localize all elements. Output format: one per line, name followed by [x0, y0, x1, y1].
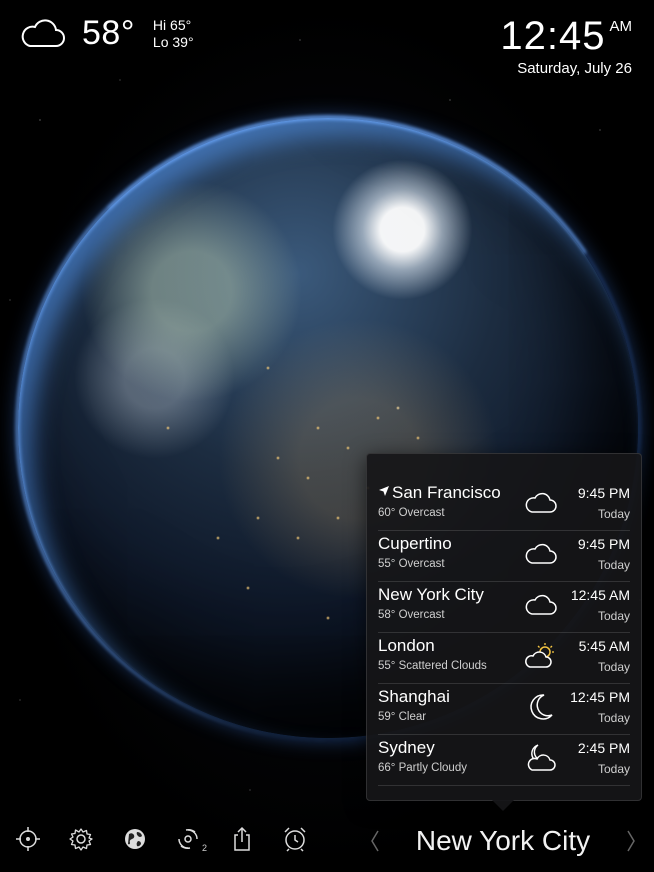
city-condition: 66° Partly Cloudy — [378, 762, 467, 774]
share-button[interactable] — [229, 826, 255, 852]
settings-button[interactable] — [68, 826, 94, 852]
cloud-icon — [525, 543, 557, 564]
hurricane-button[interactable]: 2 — [175, 826, 207, 853]
sun-cloud-icon — [525, 643, 554, 668]
lo-temp: Lo 39° — [152, 33, 194, 50]
city-day: Today — [597, 711, 630, 725]
clock-ampm: AM — [609, 18, 633, 35]
city-row-shanghai[interactable]: Shanghai 59° Clear 12:45 PM Today — [378, 684, 630, 735]
city-row-san-francisco[interactable]: San Francisco 60° Overcast 9:45 PM Today — [378, 480, 630, 531]
clock: 12:45 AM Saturday, July 26 — [500, 14, 632, 77]
current-weather[interactable]: 58° Hi 65° Lo 39° — [18, 14, 194, 53]
moon-cloud-icon — [527, 744, 556, 771]
city-list-popover: San Francisco 60° Overcast 9:45 PM Today… — [366, 453, 642, 811]
city-condition: 55° Overcast — [378, 558, 445, 570]
city-day: Today — [597, 558, 630, 572]
globe-icon — [125, 829, 145, 849]
city-name: New York City — [378, 585, 484, 604]
city-row-sydney[interactable]: Sydney 66° Partly Cloudy 2:45 PM Today — [378, 735, 630, 786]
selected-city-title[interactable]: New York City — [366, 825, 640, 857]
cloud-icon — [525, 594, 557, 615]
hurricane-count: 2 — [201, 843, 207, 853]
city-name: Cupertino — [378, 534, 452, 553]
city-day: Today — [597, 660, 630, 674]
city-time: 12:45 AM — [570, 587, 630, 603]
hi-temp: Hi 65° — [152, 16, 192, 33]
city-condition: 59° Clear — [378, 711, 427, 723]
moon-icon — [530, 694, 553, 720]
alarm-clock-icon — [284, 827, 306, 852]
gear-icon — [69, 828, 93, 851]
city-name: San Francisco — [392, 483, 501, 502]
city-name: London — [378, 636, 435, 655]
globe-view-button[interactable] — [122, 826, 148, 852]
location-target-button[interactable] — [15, 826, 41, 852]
city-name: Sydney — [378, 738, 435, 757]
current-temperature: 58° — [82, 14, 135, 52]
next-city-icon[interactable] — [626, 830, 636, 852]
cloud-icon — [525, 492, 557, 513]
city-time: 9:45 PM — [577, 536, 630, 552]
city-time: 9:45 PM — [577, 485, 630, 501]
share-icon — [234, 826, 250, 851]
city-time: 2:45 PM — [577, 740, 630, 756]
location-target-icon — [16, 827, 40, 851]
clock-time: 12:45 — [500, 14, 606, 58]
popover-arrow — [492, 800, 514, 811]
city-condition: 60° Overcast — [378, 507, 445, 519]
city-condition: 58° Overcast — [378, 609, 445, 621]
alarm-button[interactable] — [282, 826, 308, 852]
cloud-icon — [21, 18, 65, 47]
city-day: Today — [597, 762, 630, 776]
city-row-new-york-city[interactable]: New York City 58° Overcast 12:45 AM Toda… — [378, 582, 630, 633]
city-condition: 55° Scattered Clouds — [378, 660, 487, 672]
hi-lo: Hi 65° Lo 39° — [153, 17, 194, 51]
city-switcher: New York City — [366, 812, 640, 872]
hurricane-icon — [178, 829, 198, 849]
city-row-cupertino[interactable]: Cupertino 55° Overcast 9:45 PM Today — [378, 531, 630, 582]
city-day: Today — [597, 609, 630, 623]
city-name: Shanghai — [378, 687, 450, 706]
city-row-london[interactable]: London 55° Scattered Clouds 5:45 AM Toda… — [378, 633, 630, 684]
bottom-toolbar: 2 New York City — [0, 812, 654, 872]
city-time: 12:45 PM — [570, 689, 630, 705]
city-time: 5:45 AM — [578, 638, 630, 654]
city-day: Today — [597, 507, 630, 521]
clock-date: Saturday, July 26 — [517, 60, 632, 77]
location-arrow-icon — [379, 486, 389, 496]
